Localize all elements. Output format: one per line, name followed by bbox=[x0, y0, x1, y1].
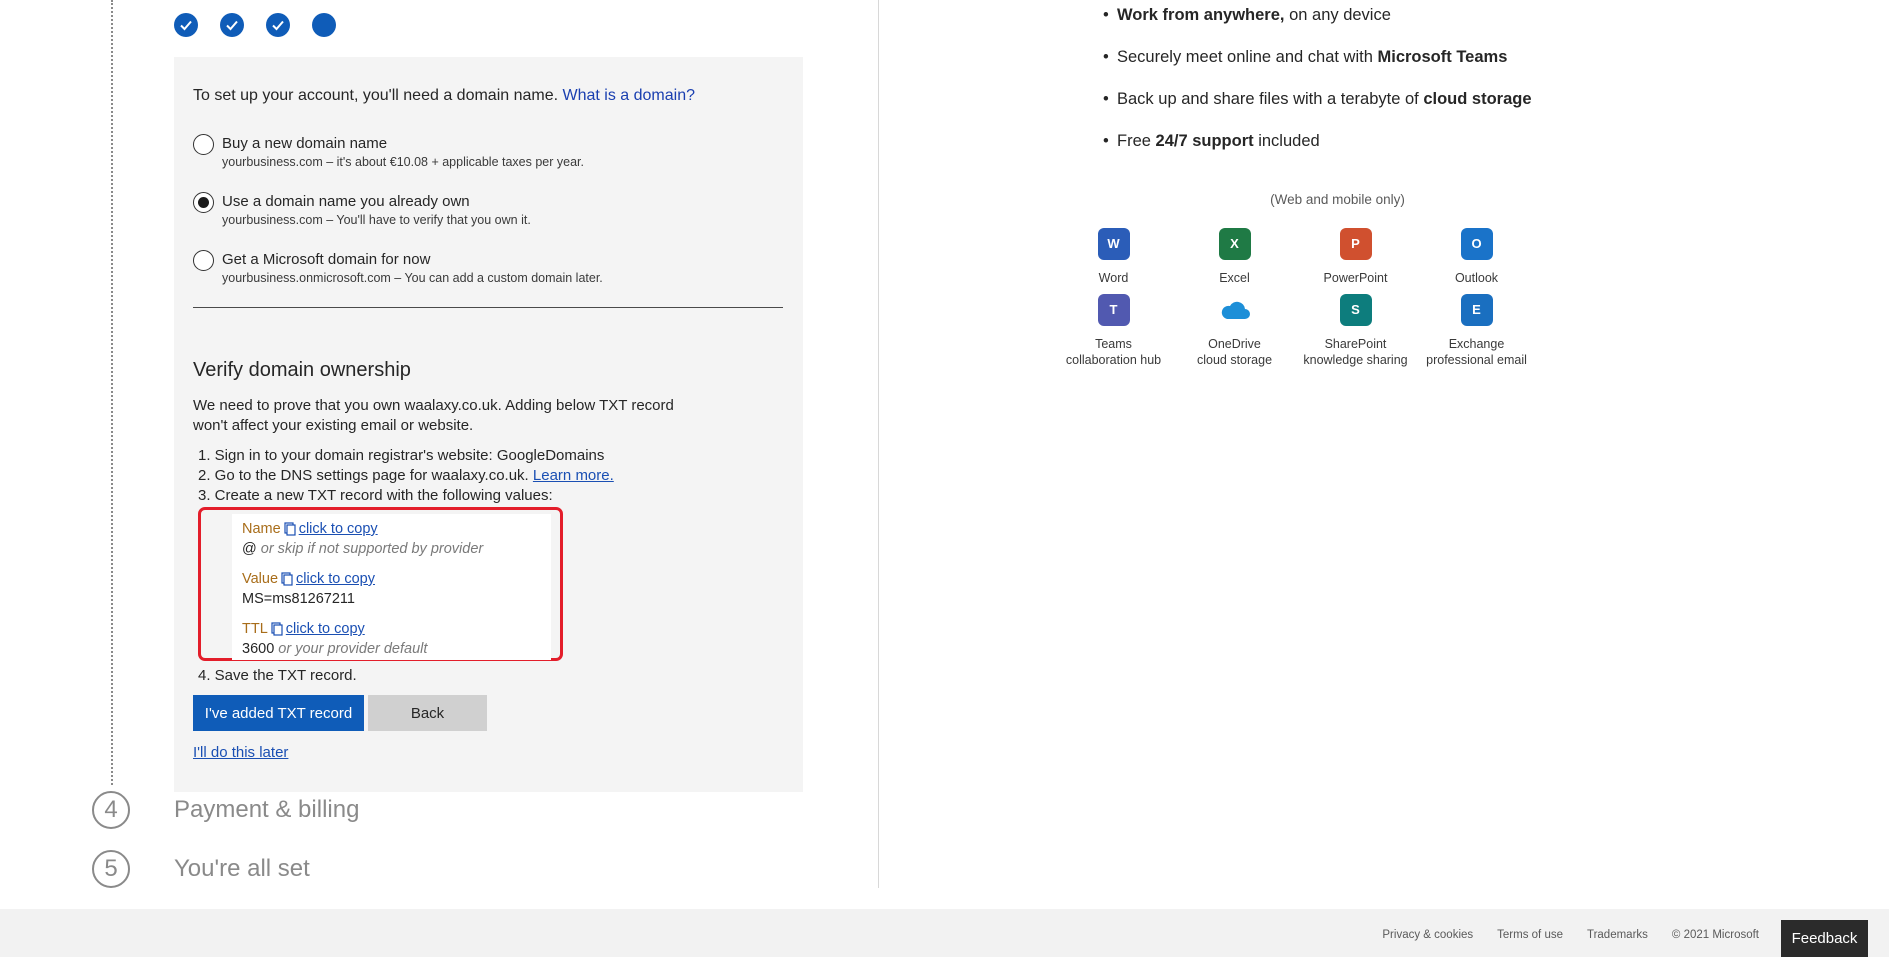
check-icon bbox=[220, 13, 244, 37]
ttl-copy-link[interactable]: click to copy bbox=[286, 621, 365, 637]
do-later-link[interactable]: I'll do this later bbox=[193, 744, 288, 761]
txt-record-panel: Name click to copy @ or skip if not supp… bbox=[232, 514, 551, 660]
column-divider bbox=[878, 0, 879, 888]
app-name: Outlook bbox=[1454, 271, 1499, 285]
app-grid: W Word X Excel P PowerPoint O Outlook T Teams col… bbox=[1053, 228, 1537, 368]
value-copy-link[interactable]: click to copy bbox=[296, 571, 375, 587]
copy-icon[interactable] bbox=[271, 622, 283, 636]
radio-button[interactable] bbox=[193, 250, 214, 271]
app-name: Word bbox=[1098, 271, 1129, 285]
app-name: Exchange professional email bbox=[1426, 337, 1527, 367]
apps-note: (Web and mobile only) bbox=[1270, 192, 1405, 207]
wizard-timeline-line bbox=[111, 0, 113, 785]
option-title: Get a Microsoft domain for now bbox=[222, 251, 431, 268]
option-subtitle: yourbusiness.com – You'll have to verify… bbox=[222, 213, 531, 227]
teams-icon: T bbox=[1097, 294, 1130, 326]
domain-intro: To set up your account, you'll need a do… bbox=[193, 87, 696, 104]
value-field-label: Value click to copy bbox=[242, 571, 375, 587]
app-tile: T Teams collaboration hub bbox=[1053, 294, 1174, 368]
app-name: SharePoint knowledge sharing bbox=[1303, 337, 1408, 367]
option-title: Buy a new domain name bbox=[222, 135, 388, 152]
radio-button-selected[interactable] bbox=[193, 192, 214, 213]
app-name: OneDrive cloud storage bbox=[1196, 337, 1273, 367]
option-own-domain[interactable]: Use a domain name you already own yourbu… bbox=[193, 192, 531, 227]
app-tile: E Exchange professional email bbox=[1416, 294, 1537, 368]
domain-setup-card: To set up your account, you'll need a do… bbox=[174, 57, 803, 792]
step-number: 5 bbox=[92, 850, 130, 888]
value-value: MS=ms81267211 bbox=[242, 591, 355, 607]
step-payment-billing: 4 Payment & billing bbox=[92, 791, 359, 829]
verify-description: We need to prove that you own waalaxy.co… bbox=[193, 397, 674, 434]
added-txt-record-button[interactable]: I've added TXT record bbox=[193, 695, 364, 731]
name-field-label: Name click to copy bbox=[242, 521, 378, 537]
powerpoint-icon: P bbox=[1339, 228, 1372, 260]
terms-link[interactable]: Terms of use bbox=[1497, 929, 1563, 941]
exchange-icon: E bbox=[1460, 294, 1493, 326]
copyright: © 2021 Microsoft bbox=[1671, 929, 1759, 941]
feature-item: Securely meet online and chat with Micro… bbox=[1103, 45, 1532, 87]
check-icon bbox=[266, 13, 290, 37]
word-icon: W bbox=[1097, 228, 1130, 260]
option-microsoft-domain[interactable]: Get a Microsoft domain for now yourbusin… bbox=[193, 250, 603, 285]
app-name: PowerPoint bbox=[1323, 271, 1388, 285]
instruction-step-1: 1. Sign in to your domain registrar's we… bbox=[198, 447, 605, 464]
step-all-set: 5 You're all set bbox=[92, 850, 310, 888]
option-title: Use a domain name you already own bbox=[222, 193, 470, 210]
name-value: @ or skip if not supported by provider bbox=[242, 541, 484, 557]
app-tile: W Word bbox=[1053, 228, 1174, 286]
instruction-step-4: 4. Save the TXT record. bbox=[198, 667, 357, 684]
excel-icon: X bbox=[1218, 228, 1251, 260]
outlook-icon: O bbox=[1460, 228, 1493, 260]
learn-more-link[interactable]: Learn more. bbox=[533, 467, 614, 484]
verify-heading: Verify domain ownership bbox=[193, 359, 411, 381]
trademarks-link[interactable]: Trademarks bbox=[1587, 929, 1648, 941]
instruction-step-3: 3. Create a new TXT record with the foll… bbox=[198, 487, 553, 504]
app-tile: OneDrive cloud storage bbox=[1174, 294, 1295, 368]
onedrive-icon bbox=[1219, 294, 1251, 326]
option-subtitle: yourbusiness.onmicrosoft.com – You can a… bbox=[222, 271, 603, 285]
privacy-link[interactable]: Privacy & cookies bbox=[1382, 929, 1473, 941]
feature-list: Work from anywhere, on any device Secure… bbox=[1103, 3, 1532, 171]
option-buy-domain[interactable]: Buy a new domain name yourbusiness.com –… bbox=[193, 134, 584, 169]
copy-icon[interactable] bbox=[284, 522, 296, 536]
ttl-value: 3600 or your provider default bbox=[242, 641, 428, 657]
divider bbox=[193, 307, 783, 308]
step-title: Payment & billing bbox=[174, 796, 360, 823]
copy-icon[interactable] bbox=[281, 572, 293, 586]
app-tile: S SharePoint knowledge sharing bbox=[1295, 294, 1416, 368]
step-number: 4 bbox=[92, 791, 130, 829]
option-subtitle: yourbusiness.com – it's about €10.08 + a… bbox=[222, 155, 584, 169]
radio-button[interactable] bbox=[193, 134, 214, 155]
app-tile: X Excel bbox=[1174, 228, 1295, 286]
instruction-step-2: 2. Go to the DNS settings page for waala… bbox=[198, 467, 614, 484]
check-icon bbox=[174, 13, 198, 37]
feature-item: Free 24/7 support included bbox=[1103, 129, 1532, 171]
back-button[interactable]: Back bbox=[368, 695, 487, 731]
feature-item: Work from anywhere, on any device bbox=[1103, 3, 1532, 45]
app-tile: O Outlook bbox=[1416, 228, 1537, 286]
feedback-button[interactable]: Feedback bbox=[1781, 920, 1868, 957]
current-step-dot bbox=[312, 13, 336, 37]
txt-record-highlight: Name click to copy @ or skip if not supp… bbox=[198, 507, 563, 661]
sharepoint-icon: S bbox=[1339, 294, 1372, 326]
step-title: You're all set bbox=[174, 855, 310, 882]
completed-steps bbox=[174, 13, 336, 37]
name-copy-link[interactable]: click to copy bbox=[299, 521, 378, 537]
app-name: Excel bbox=[1219, 271, 1250, 285]
ttl-field-label: TTL click to copy bbox=[242, 621, 365, 637]
app-tile: P PowerPoint bbox=[1295, 228, 1416, 286]
feature-item: Back up and share files with a terabyte … bbox=[1103, 87, 1532, 129]
app-name: Teams collaboration hub bbox=[1065, 337, 1162, 367]
what-is-domain-link[interactable]: What is a domain? bbox=[563, 87, 696, 104]
footer: Privacy & cookies Terms of use Trademark… bbox=[0, 909, 1889, 957]
